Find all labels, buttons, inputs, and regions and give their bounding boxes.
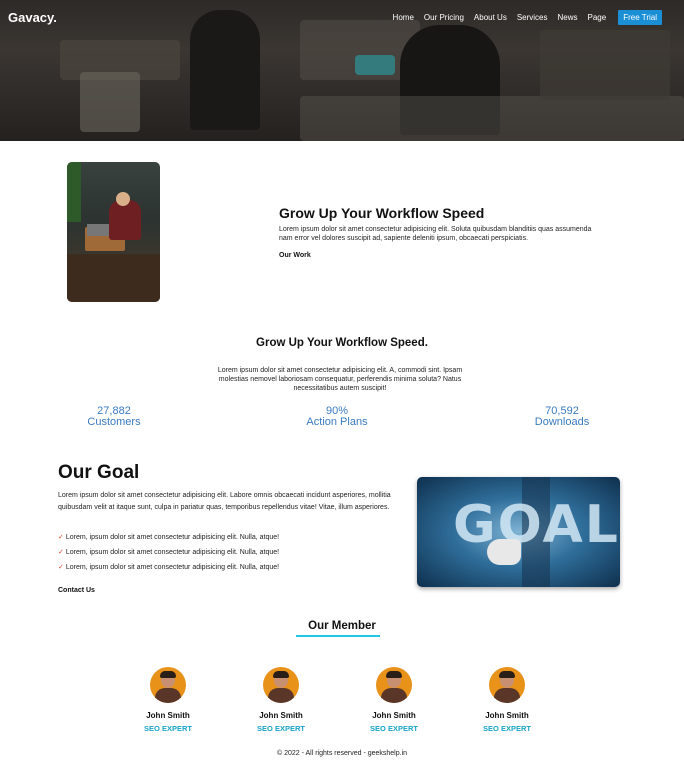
hero-screen-shape (355, 55, 395, 75)
member-role: SEO EXPERT (483, 724, 531, 733)
stat-label: Downloads (534, 416, 590, 428)
check-text: Lorem, ipsum dolor sit amet consectetur … (65, 534, 280, 541)
page: Gavacy. Home Our Pricing About Us Servic… (0, 0, 684, 768)
nav-page[interactable]: Page (588, 13, 607, 22)
goal-image-word: GOAL (453, 495, 620, 555)
goal-image: GOAL (417, 477, 620, 587)
member-card: John Smith SEO EXPERT (236, 667, 326, 733)
goal-text: Lorem ipsum dolor sit amet consectetur a… (58, 492, 391, 511)
main-nav: Home Our Pricing About Us Services News … (383, 10, 662, 25)
avatar (263, 667, 299, 703)
person-shape (109, 200, 141, 240)
member-name: John Smith (259, 711, 303, 720)
member-card: John Smith SEO EXPERT (462, 667, 552, 733)
member-name: John Smith (372, 711, 416, 720)
member-name: John Smith (485, 711, 529, 720)
brand-logo[interactable]: Gavacy. (8, 10, 57, 25)
free-trial-button[interactable]: Free Trial (618, 10, 662, 25)
goal-title: Our Goal (58, 462, 140, 483)
check-text: Lorem, ipsum dolor sit amet consectetur … (65, 564, 280, 571)
nav-our-pricing[interactable]: Our Pricing (424, 13, 464, 22)
member-role: SEO EXPERT (370, 724, 418, 733)
members-title-underline (296, 635, 380, 637)
workflow-photo (67, 162, 160, 302)
plant-shape (67, 162, 81, 222)
workflow-text: Lorem ipsum dolor sit amet consectetur a… (279, 226, 592, 242)
check-icon: ✓ (58, 564, 64, 571)
goal-check-item: ✓ Lorem, ipsum dolor sit amet consectetur… (58, 563, 279, 571)
member-role: SEO EXPERT (144, 724, 192, 733)
member-card: John Smith SEO EXPERT (123, 667, 213, 733)
member-role: SEO EXPERT (257, 724, 305, 733)
member-card: John Smith SEO EXPERT (349, 667, 439, 733)
check-text: Lorem, ipsum dolor sit amet consectetur … (65, 549, 280, 556)
stat-action-plans: 90% Action Plans (267, 406, 407, 428)
nav-news[interactable]: News (558, 13, 578, 22)
stat-customers: 27,882 Customers (44, 406, 184, 428)
stats-section-text: Lorem ipsum dolor sit amet consectetur a… (217, 367, 463, 392)
goal-check-item: ✓ Lorem, ipsum dolor sit amet consectetur… (58, 533, 279, 541)
person-head-shape (116, 192, 130, 206)
workflow-title: Grow Up Your Workflow Speed (279, 205, 485, 221)
floor-shape (67, 254, 160, 302)
member-name: John Smith (146, 711, 190, 720)
avatar (150, 667, 186, 703)
stat-downloads: 70,592 Downloads (492, 406, 632, 428)
nav-home[interactable]: Home (393, 13, 414, 22)
our-work-link[interactable]: Our Work (279, 252, 311, 259)
stats-section-title: Grow Up Your Workflow Speed. (256, 337, 428, 349)
stat-label: Customers (87, 416, 141, 428)
check-icon: ✓ (58, 549, 64, 556)
hero-banner: Gavacy. Home Our Pricing About Us Servic… (0, 0, 684, 141)
check-icon: ✓ (58, 534, 64, 541)
laptop-shape (87, 224, 109, 236)
hand-shape (487, 539, 521, 565)
hero-foreground-shape (300, 96, 684, 141)
nav-services[interactable]: Services (517, 13, 548, 22)
contact-us-link[interactable]: Contact Us (58, 587, 95, 594)
avatar (489, 667, 525, 703)
avatar (376, 667, 412, 703)
nav-about-us[interactable]: About Us (474, 13, 507, 22)
hero-person-shape (190, 10, 260, 130)
hero-cabinet-shape (80, 72, 140, 132)
members-title: Our Member (308, 620, 376, 632)
footer-text: © 2022 - All rights reserved - geekshelp… (276, 750, 408, 757)
stat-label: Action Plans (306, 416, 368, 428)
goal-check-item: ✓ Lorem, ipsum dolor sit amet consectetur… (58, 548, 279, 556)
hero-desk-shape-3 (540, 30, 670, 100)
